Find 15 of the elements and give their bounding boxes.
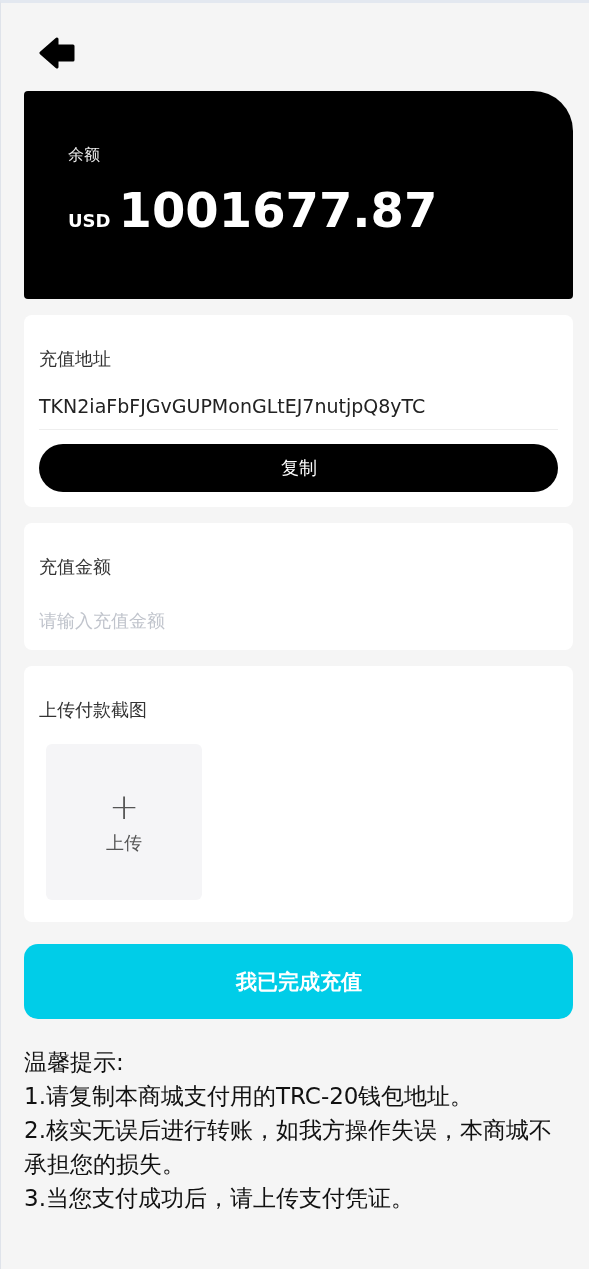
currency-label: USD (68, 210, 111, 231)
upload-label: 上传付款截图 (39, 698, 147, 722)
balance-label: 余额 (68, 145, 100, 166)
tip-text: 2.核实无误后进行转账，如我方操作失误，本商城不承担您的损失。 (24, 1116, 553, 1179)
amount-input-field[interactable]: 请输入充值金额 (39, 605, 558, 635)
balance-amount: 1001677.87 (118, 186, 438, 234)
wallet-address: TKN2iaFbFJGvGUPMonGLtEJ7nutjpQ8yTC (39, 371, 558, 430)
copy-button[interactable]: 复制 (39, 444, 558, 492)
amount-label: 充值金额 (39, 555, 111, 579)
tip-text: 1.请复制本商城支付用的TRC-20钱包地址。 (24, 1082, 475, 1111)
back-arrow-icon[interactable] (39, 37, 77, 71)
address-label: 充值地址 (39, 347, 111, 371)
upload-button[interactable]: + 上传 (46, 744, 202, 900)
tip-text: 温馨提示: (24, 1048, 125, 1077)
tip-text: 3.当您支付成功后，请上传支付凭证。 (24, 1184, 415, 1213)
